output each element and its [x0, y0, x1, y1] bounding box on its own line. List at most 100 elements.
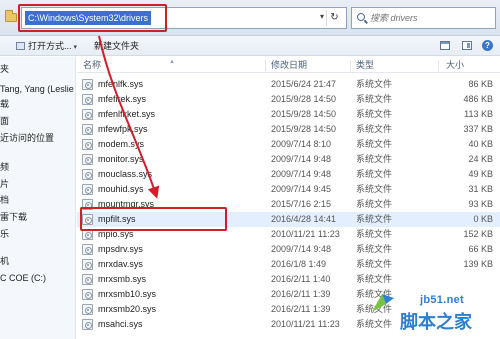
table-row[interactable]: mouclass.sys 2009/7/14 9:48 系统文件 49 KB [77, 167, 500, 182]
search-icon [357, 13, 365, 21]
nav-item-desktop[interactable]: 面 [0, 115, 9, 128]
file-name: mrxdav.sys [98, 259, 143, 269]
chevron-down-icon[interactable]: ▾ [320, 12, 324, 21]
nav-item-recent-places[interactable]: 近访问的位置 [0, 132, 54, 145]
file-type: 系统文件 [356, 169, 393, 179]
nav-item-thunder-downloads[interactable]: 雷下载 [0, 211, 27, 224]
system-file-icon [82, 154, 93, 165]
file-date: 2016/2/11 1:39 [271, 304, 331, 314]
annotation-highlight-box [18, 4, 167, 32]
nav-item-user[interactable]: Tang, Yang (Leslie [0, 83, 74, 96]
file-type: 系统文件 [356, 229, 393, 239]
file-size: 93 KB [468, 199, 493, 209]
nav-item-documents[interactable]: 档 [0, 194, 9, 207]
file-name: mrxsmb.sys [98, 274, 146, 284]
column-header-name[interactable]: 名称 [83, 58, 101, 73]
file-name: mfenlfkket.sys [98, 109, 156, 119]
navigation-pane: 夹 Tang, Yang (Leslie 载 面 近访问的位置 频 片 档 雷下… [0, 57, 76, 339]
table-row[interactable]: mrxdav.sys 2016/1/8 1:49 系统文件 139 KB [77, 257, 500, 272]
table-row[interactable]: mfenlfkket.sys 2015/9/28 14:50 系统文件 113 … [77, 107, 500, 122]
nav-item-computer[interactable]: 机 [0, 255, 9, 268]
file-size: 152 KB [463, 229, 493, 239]
system-file-icon [82, 169, 93, 180]
nav-item-music[interactable]: 乐 [0, 228, 9, 241]
system-file-icon [82, 124, 93, 135]
refresh-icon[interactable]: ↻ [326, 10, 342, 26]
column-divider[interactable] [350, 60, 351, 71]
toolbar: 打开方式... ▾ 新建文件夹 ? [0, 36, 500, 56]
open-with-label: 打开方式... [28, 41, 72, 51]
column-header-size[interactable]: 大小 [446, 58, 464, 73]
system-file-icon [82, 244, 93, 255]
system-file-icon [82, 94, 93, 105]
table-row[interactable]: mfewfpk.sys 2015/9/28 14:50 系统文件 337 KB [77, 122, 500, 137]
file-date: 2009/7/14 9:48 [271, 169, 332, 179]
file-date: 2010/11/21 11:23 [271, 319, 340, 329]
file-size: 86 KB [468, 79, 493, 89]
system-file-icon [82, 319, 93, 330]
table-row[interactable]: mfenlfk.sys 2015/6/24 21:47 系统文件 86 KB [77, 77, 500, 92]
file-size: 66 KB [468, 244, 493, 254]
chevron-down-icon: ▾ [73, 44, 78, 51]
file-date: 2015/7/16 2:15 [271, 199, 332, 209]
table-row[interactable]: modem.sys 2009/7/14 8:10 系统文件 40 KB [77, 137, 500, 152]
table-row[interactable]: mpsdrv.sys 2009/7/14 9:48 系统文件 66 KB [77, 242, 500, 257]
file-size: 486 KB [463, 94, 493, 104]
system-file-icon [82, 109, 93, 120]
file-date: 2016/2/11 1:40 [271, 274, 331, 284]
file-type: 系统文件 [356, 199, 393, 209]
column-divider[interactable] [438, 60, 439, 71]
file-name: msahci.sys [98, 319, 143, 329]
file-date: 2009/7/14 9:48 [271, 154, 332, 164]
new-folder-button[interactable]: 新建文件夹 [94, 39, 139, 53]
file-name: mpsdrv.sys [98, 244, 143, 254]
file-size: 49 KB [468, 169, 493, 179]
file-type: 系统文件 [356, 124, 393, 134]
view-options-icon[interactable] [440, 41, 450, 50]
help-icon[interactable]: ? [482, 40, 493, 51]
nav-item-drive-c[interactable]: C COE (C:) [0, 272, 46, 285]
nav-item-videos[interactable]: 频 [0, 161, 9, 174]
file-size: 31 KB [468, 184, 493, 194]
file-date: 2015/9/28 14:50 [271, 109, 337, 119]
file-name: mouhid.sys [98, 184, 144, 194]
nav-item-downloads[interactable]: 载 [0, 98, 9, 111]
sort-arrow-icon: ▲ [169, 59, 175, 65]
file-type: 系统文件 [356, 259, 393, 269]
nav-item-pictures[interactable]: 片 [0, 178, 9, 191]
file-name: mrxsmb10.sys [98, 289, 157, 299]
file-size: 337 KB [463, 124, 493, 134]
search-input[interactable] [370, 10, 490, 26]
open-with-icon [16, 42, 25, 50]
column-header-type[interactable]: 类型 [356, 58, 374, 73]
table-row[interactable]: mrxsmb.sys 2016/2/11 1:40 系统文件 [77, 272, 500, 287]
system-file-icon [82, 304, 93, 315]
file-size: 0 KB [473, 214, 493, 224]
table-row[interactable]: mouhid.sys 2009/7/14 9:45 系统文件 31 KB [77, 182, 500, 197]
search-box[interactable] [351, 7, 496, 29]
file-date: 2009/7/14 8:10 [271, 139, 332, 149]
file-date: 2010/11/21 11:23 [271, 229, 340, 239]
column-divider[interactable] [265, 60, 266, 71]
file-date: 2015/6/24 21:47 [271, 79, 337, 89]
file-date: 2016/1/8 1:49 [271, 259, 327, 269]
system-file-icon [82, 79, 93, 90]
system-file-icon [82, 139, 93, 150]
file-size: 113 KB [464, 109, 493, 119]
file-date: 2009/7/14 9:48 [271, 244, 332, 254]
preview-pane-icon[interactable] [462, 41, 472, 50]
nav-item[interactable]: 夹 [0, 63, 9, 76]
file-date: 2016/2/11 1:39 [271, 289, 331, 299]
file-name: mfenlfk.sys [98, 79, 144, 89]
table-row[interactable]: mfefirek.sys 2015/9/28 14:50 系统文件 486 KB [77, 92, 500, 107]
table-row[interactable]: monitor.sys 2009/7/14 9:48 系统文件 24 KB [77, 152, 500, 167]
file-date: 2009/7/14 9:45 [271, 184, 332, 194]
file-name: mfewfpk.sys [98, 124, 148, 134]
column-header-date[interactable]: 修改日期 [271, 58, 307, 73]
watermark: jb51.net 脚本之家 [348, 286, 498, 336]
system-file-icon [82, 289, 93, 300]
open-with-button[interactable]: 打开方式... ▾ [16, 39, 77, 53]
file-type: 系统文件 [356, 244, 393, 254]
file-type: 系统文件 [356, 94, 393, 104]
file-name: mrxsmb20.sys [98, 304, 157, 314]
